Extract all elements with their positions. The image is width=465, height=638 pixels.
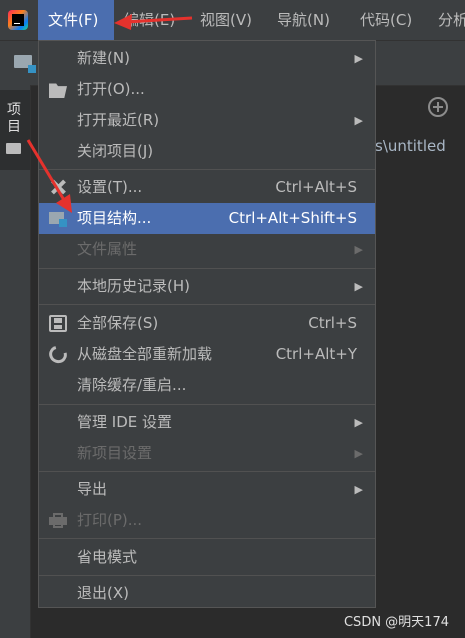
annotation-arrow-to-project-structure [26, 139, 72, 213]
watermark: CSDN @明天174 [343, 615, 449, 630]
annotation-arrows [26, 14, 193, 213]
annotation-arrow-to-file-menu [114, 14, 193, 30]
